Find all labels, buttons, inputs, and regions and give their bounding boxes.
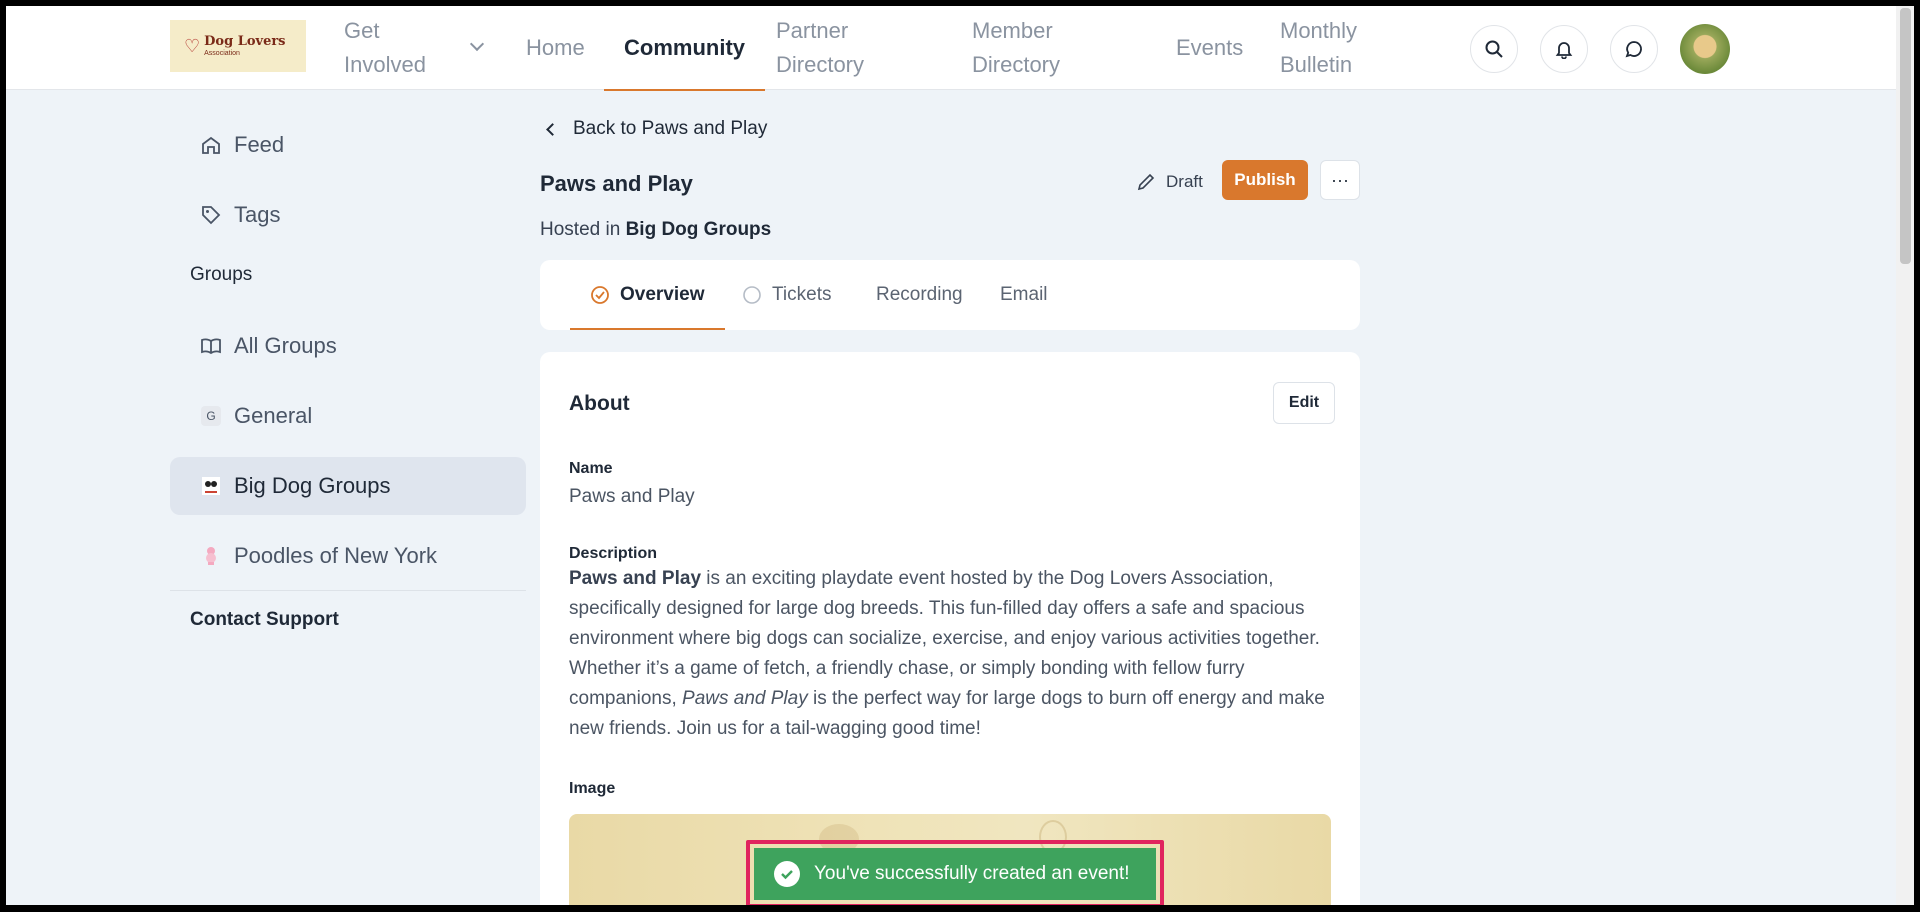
nav-home[interactable]: Home [526, 6, 585, 90]
tab-overview[interactable]: Overview [570, 260, 724, 330]
success-toast: You've successfully created an event! [754, 848, 1156, 900]
user-avatar[interactable] [1680, 24, 1730, 74]
toast-message: You've successfully created an event! [814, 863, 1130, 884]
name-label: Name [569, 460, 613, 477]
search-icon [1485, 40, 1503, 58]
tab-recording[interactable]: Recording [876, 260, 963, 330]
draft-status: Draft [1136, 172, 1203, 192]
sidebar-item-label: All Groups [234, 333, 337, 358]
hosted-in: Hosted in Big Dog Groups [540, 219, 771, 241]
back-link[interactable]: Back to Paws and Play [544, 118, 767, 140]
publish-button[interactable]: Publish [1222, 160, 1308, 200]
desc-italic: Paws and Play [682, 688, 808, 709]
chat-bubble-icon [1625, 41, 1642, 58]
draft-label: Draft [1166, 172, 1203, 191]
hosted-prefix: Hosted in [540, 219, 621, 240]
check-icon [774, 861, 800, 887]
sidebar-item-label: Poodles of New York [234, 543, 438, 568]
tab-label: Tickets [772, 284, 832, 305]
tab-email[interactable]: Email [1000, 260, 1048, 330]
top-navigation: ♡ Dog Lovers Association Get Involved Ho… [6, 6, 1902, 91]
messages-button[interactable] [1610, 25, 1658, 73]
circle-icon [742, 285, 762, 305]
sidebar-item-general[interactable]: G General [170, 387, 526, 445]
description-label: Description [569, 545, 658, 562]
poodle-group-icon [200, 545, 222, 567]
chevron-down-icon[interactable] [469, 36, 485, 52]
desc-bold: Paws and Play [569, 568, 702, 589]
sidebar-item-label: Feed [234, 132, 285, 157]
chevron-left-icon [546, 122, 559, 136]
book-open-icon [200, 335, 222, 357]
sidebar-divider [170, 590, 526, 591]
app-window: ♡ Dog Lovers Association Get Involved Ho… [6, 6, 1902, 905]
home-icon [200, 134, 222, 156]
general-group-badge: G [201, 406, 221, 426]
description-text: Paws and Play is an exciting playdate ev… [569, 564, 1339, 744]
about-title: About [569, 392, 630, 415]
tab-tickets[interactable]: Tickets [742, 260, 831, 330]
nav-partner-directory[interactable]: Partner Directory [776, 6, 896, 90]
back-link-label: Back to Paws and Play [573, 118, 768, 139]
notifications-button[interactable] [1540, 25, 1588, 73]
sidebar-item-feed[interactable]: Feed [170, 116, 526, 174]
logo-subtext: Association [204, 50, 240, 57]
event-tabs: Overview Tickets Recording Email [540, 260, 1360, 330]
logo[interactable]: ♡ Dog Lovers Association [170, 20, 306, 72]
contact-support-link[interactable]: Contact Support [190, 609, 339, 631]
edit-button[interactable]: Edit [1273, 382, 1335, 424]
groups-heading: Groups [190, 264, 253, 285]
search-button[interactable] [1470, 25, 1518, 73]
sidebar-item-label: General [234, 403, 313, 428]
sidebar-item-big-dog-groups[interactable]: Big Dog Groups [170, 457, 526, 515]
bell-icon [1555, 42, 1573, 59]
hosted-group-link[interactable]: Big Dog Groups [626, 219, 772, 240]
name-value: Paws and Play [569, 486, 695, 507]
nav-member-directory[interactable]: Member Directory [972, 6, 1092, 90]
sidebar-item-poodles[interactable]: Poodles of New York [170, 527, 526, 585]
sidebar-item-label: Big Dog Groups [234, 473, 391, 498]
scrollbar-thumb[interactable] [1900, 8, 1911, 264]
more-options-button[interactable]: ··· [1320, 160, 1360, 200]
nav-get-involved[interactable]: Get Involved [344, 6, 444, 90]
heart-logo-icon: ♡ [184, 35, 201, 56]
check-circle-icon [590, 285, 610, 305]
tab-label: Overview [620, 284, 705, 305]
nav-community[interactable]: Community [604, 6, 765, 91]
sidebar-item-label: Tags [234, 202, 281, 227]
tag-icon [200, 204, 222, 226]
sidebar-item-tags[interactable]: Tags [170, 186, 526, 244]
event-title: Paws and Play [540, 171, 693, 196]
about-card: About Edit Name Paws and Play Descriptio… [540, 352, 1360, 905]
nav-monthly-bulletin[interactable]: Monthly Bulletin [1280, 6, 1380, 90]
nav-events[interactable]: Events [1176, 6, 1243, 90]
logo-text: Dog Lovers [204, 34, 286, 49]
sidebar-item-all-groups[interactable]: All Groups [170, 317, 526, 375]
image-label: Image [569, 780, 616, 797]
pencil-icon [1137, 173, 1155, 191]
dalmatian-group-icon [200, 475, 222, 497]
